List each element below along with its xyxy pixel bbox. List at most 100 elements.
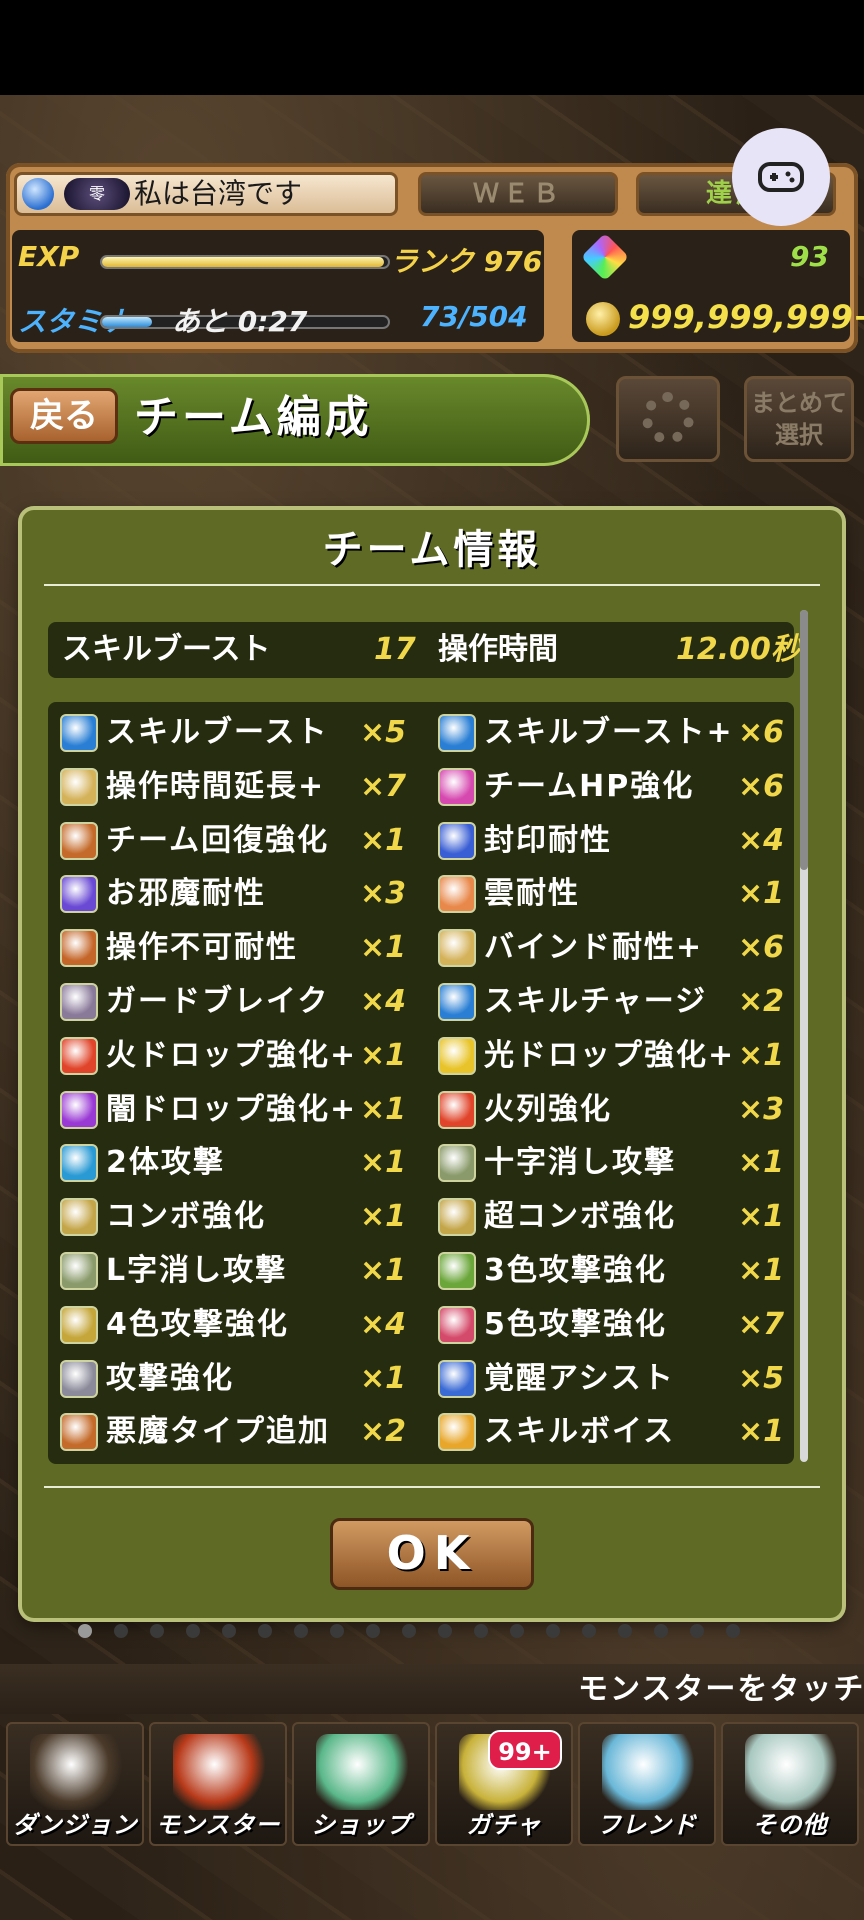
stamina-timer: あと 0:27	[172, 305, 308, 338]
nav-tab-label: ガチャ	[466, 1811, 542, 1839]
awakening-icon	[438, 983, 476, 1021]
nav-tab[interactable]: フレンド	[578, 1722, 716, 1846]
page-dot	[294, 1624, 308, 1638]
awakening-count: ×6	[737, 768, 784, 804]
awakening-name: チームHP強化	[484, 768, 695, 804]
awakening-count: ×3	[737, 1091, 784, 1127]
nav-tab-label: その他	[752, 1811, 828, 1839]
page-dot	[726, 1624, 740, 1638]
awakening-icon	[438, 1252, 476, 1290]
awakening-count: ×1	[359, 1360, 406, 1396]
awakening-name: チーム回復強化	[106, 822, 330, 858]
awakening-list[interactable]	[48, 702, 794, 1464]
awakening-name: 4色攻撃強化	[106, 1306, 289, 1342]
awakening-name: 火列強化	[484, 1091, 612, 1127]
nav-tab-label: ショップ	[311, 1811, 411, 1839]
move-time-label: 操作時間	[438, 632, 558, 667]
nav-tab-label: ダンジョン	[12, 1811, 138, 1839]
awakening-name: コンボ強化	[106, 1199, 266, 1235]
skill-boost-label: スキルブースト	[62, 632, 271, 667]
awakening-count: ×4	[737, 822, 784, 858]
nav-tab[interactable]: ショップ	[292, 1722, 430, 1846]
page-dot	[546, 1624, 560, 1638]
awakening-item: スキルブースト+ ×6	[438, 710, 784, 756]
page-dot	[510, 1624, 524, 1638]
page-dot	[654, 1624, 668, 1638]
divider	[44, 584, 820, 586]
page-dot	[258, 1624, 272, 1638]
awakening-item: 操作時間延長+ ×7	[60, 764, 406, 810]
coin-count: 999,999,999+	[628, 298, 864, 336]
awakening-count: ×7	[737, 1306, 784, 1342]
awakening-count: ×2	[359, 1414, 406, 1450]
awakening-item: 光ドロップ強化+ ×1	[438, 1033, 784, 1079]
awakening-item: スキルチャージ ×2	[438, 979, 784, 1025]
rank-text: ランク 976	[390, 245, 543, 278]
awakening-item: 火列強化 ×3	[438, 1087, 784, 1133]
awakening-icon	[438, 1090, 476, 1129]
awakening-count: ×3	[359, 876, 406, 912]
awakening-item: 4色攻撃強化 ×4	[60, 1302, 406, 1348]
awakening-icon	[438, 821, 476, 860]
awakening-count: ×1	[737, 1145, 784, 1181]
awakening-count: ×1	[737, 1037, 784, 1073]
awakening-name: ガードブレイク	[106, 984, 330, 1019]
awakening-count: ×1	[359, 1091, 406, 1127]
awakening-icon	[60, 1036, 98, 1075]
awakening-count: ×4	[359, 1306, 406, 1342]
awakening-icon	[438, 1305, 476, 1344]
awakening-item: 2体攻撃 ×1	[60, 1140, 406, 1186]
awakening-item: お邪魔耐性 ×3	[60, 871, 406, 917]
page-dot	[330, 1624, 344, 1638]
page-dot	[150, 1624, 164, 1638]
ok-button[interactable]: OK	[330, 1518, 534, 1590]
awakening-count: ×6	[737, 930, 784, 966]
awakening-icon	[60, 1252, 98, 1290]
awakening-icon	[60, 1090, 98, 1129]
exp-bar-fill	[102, 257, 384, 267]
awakening-icon	[438, 1036, 476, 1075]
awakening-name: 悪魔タイプ追加	[106, 1414, 330, 1450]
awakening-count: ×1	[737, 1414, 784, 1450]
gear-icon	[642, 392, 694, 444]
dialog-title: チーム情報	[322, 527, 542, 573]
gamepad-icon[interactable]	[732, 128, 830, 226]
move-time-value: 12.00秒	[676, 632, 801, 667]
awakening-name: 雲耐性	[484, 876, 580, 912]
awakening-name: 覚醒アシスト	[484, 1360, 675, 1396]
page-dot	[222, 1624, 236, 1638]
awakening-count: ×1	[359, 1199, 406, 1235]
awakening-item: 攻撃強化 ×1	[60, 1356, 406, 1402]
awakening-item: 雲耐性 ×1	[438, 871, 784, 917]
awakening-item: 3色攻撃強化 ×1	[438, 1248, 784, 1294]
awakening-name: 操作時間延長+	[106, 768, 326, 804]
web-button[interactable]: ＷＥＢ	[418, 172, 618, 216]
awakening-name: 光ドロップ強化+	[484, 1037, 736, 1073]
awakening-icon	[438, 929, 476, 968]
hint-text: モンスターをタッチ	[578, 1672, 864, 1707]
nav-tab-icon	[30, 1734, 122, 1810]
awakening-count: ×6	[737, 715, 784, 750]
awakening-name: お邪魔耐性	[106, 876, 266, 912]
awakening-name: 5色攻撃強化	[484, 1306, 667, 1342]
awakening-item: 十字消し攻撃 ×1	[438, 1140, 784, 1186]
nav-tab[interactable]: モンスター	[149, 1722, 287, 1846]
magic-stone-count: 93	[790, 240, 829, 273]
awakening-item: 悪魔タイプ追加 ×2	[60, 1409, 406, 1455]
awakening-count: ×2	[737, 984, 784, 1019]
awakening-name: 操作不可耐性	[106, 930, 298, 966]
nav-tab[interactable]: ダンジョン	[6, 1722, 144, 1846]
scrollbar-thumb[interactable]	[800, 610, 808, 870]
awakening-name: スキルブースト+	[484, 715, 734, 750]
back-button[interactable]: 戻る	[10, 388, 118, 444]
bulk-select-button[interactable]: まとめて選択	[744, 376, 854, 462]
divider	[44, 1486, 820, 1488]
nav-tab[interactable]: その他	[721, 1722, 859, 1846]
awakening-item: バインド耐性+ ×6	[438, 925, 784, 971]
gacha-badge: 99+	[488, 1730, 562, 1770]
awakening-icon	[60, 875, 98, 914]
avatar: 零	[64, 178, 130, 210]
awakening-name: バインド耐性+	[484, 930, 704, 966]
exp-label: EXP	[18, 240, 80, 273]
awakening-icon	[60, 929, 98, 968]
